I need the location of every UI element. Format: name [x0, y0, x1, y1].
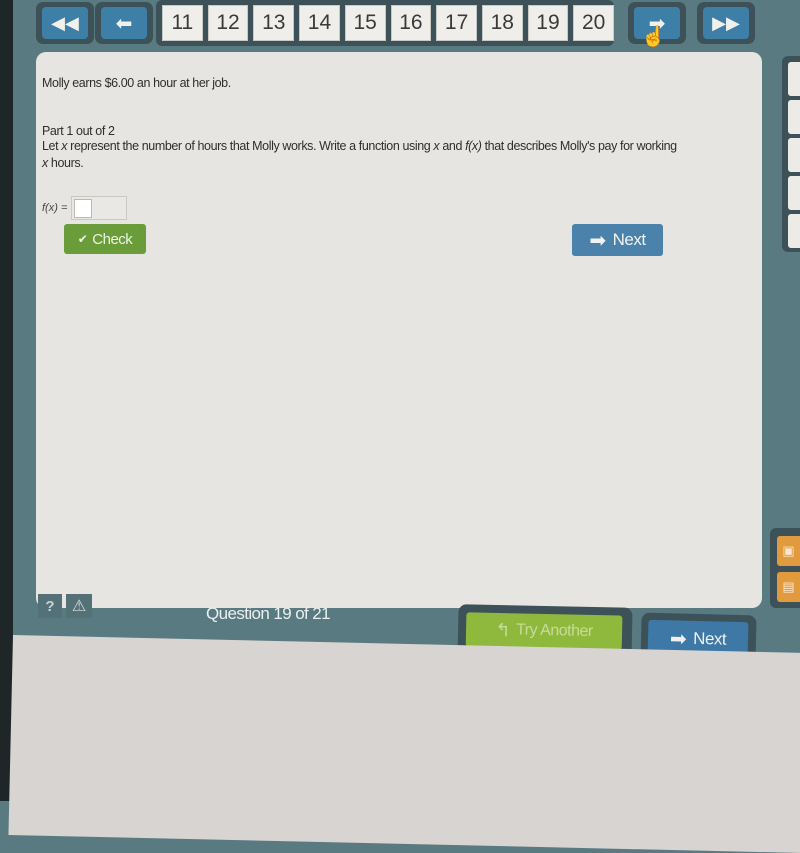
side-tab-3[interactable]: [788, 138, 800, 172]
last-question-button[interactable]: ▶▶: [697, 2, 755, 44]
question-prompt: Let x represent the number of hours that…: [42, 139, 677, 170]
answer-input[interactable]: [71, 196, 128, 220]
problem-intro: Molly earns $6.00 an hour at her job.: [42, 76, 231, 90]
answer-label: f(x) =: [42, 202, 68, 214]
side-tab-1[interactable]: [788, 62, 800, 96]
warning-icon: ⚠: [71, 598, 87, 615]
calculator-tool-button[interactable]: ▣: [777, 536, 800, 566]
next-part-button[interactable]: ➡ Next: [572, 224, 663, 256]
page-14[interactable]: 14: [299, 5, 340, 41]
page-20[interactable]: 20: [573, 5, 615, 41]
blank-page-area: [8, 635, 800, 853]
side-tab-4[interactable]: [788, 176, 800, 210]
check-button-label: Check: [92, 230, 133, 248]
first-question-button[interactable]: ◀◀: [36, 2, 94, 44]
math-placeholder-slot[interactable]: [74, 199, 93, 218]
right-arrow-icon: ➡: [669, 627, 687, 651]
save-tool-button[interactable]: ▤: [777, 572, 800, 602]
check-button[interactable]: ✔ Check: [64, 224, 146, 254]
next-part-button-label: Next: [612, 230, 646, 249]
answer-row: f(x) =: [42, 196, 128, 220]
page-18[interactable]: 18: [481, 5, 523, 41]
checkmark-icon: ✔: [77, 232, 88, 246]
try-another-button[interactable]: ↰ Try Another: [465, 612, 623, 650]
help-button[interactable]: ?: [38, 594, 62, 618]
report-problem-button[interactable]: ⚠: [66, 594, 92, 618]
double-left-arrow-icon: ◀◀: [51, 12, 79, 33]
page-12[interactable]: 12: [207, 5, 249, 41]
undo-arrow-icon: ↰: [495, 619, 511, 640]
page-15[interactable]: 15: [344, 5, 386, 41]
part-indicator: Part 1 out of 2: [42, 124, 115, 138]
page-17[interactable]: 17: [436, 5, 477, 41]
previous-question-button[interactable]: ⬅: [95, 2, 153, 44]
side-tab-5[interactable]: [788, 214, 800, 248]
page-19[interactable]: 19: [527, 5, 569, 41]
left-arrow-icon: ⬅: [115, 12, 133, 35]
double-right-arrow-icon: ▶▶: [712, 12, 740, 33]
page-13[interactable]: 13: [253, 5, 295, 41]
question-card: Molly earns $6.00 an hour at her job. Pa…: [36, 52, 762, 608]
side-tab-2[interactable]: [788, 100, 800, 134]
try-another-label: Try Another: [515, 621, 593, 640]
hand-cursor-icon: ☝: [641, 26, 666, 48]
question-progress: Question 19 of 21: [206, 604, 331, 623]
save-icon: ▤: [782, 579, 795, 594]
right-arrow-icon: ➡: [589, 229, 606, 252]
question-page-list: 11 12 13 14 15 16 17 18 19 20: [156, 0, 615, 46]
page-16[interactable]: 16: [390, 5, 432, 41]
calculator-icon: ▣: [782, 543, 795, 558]
next-button-label: Next: [692, 628, 727, 649]
page-11[interactable]: 11: [162, 5, 203, 41]
